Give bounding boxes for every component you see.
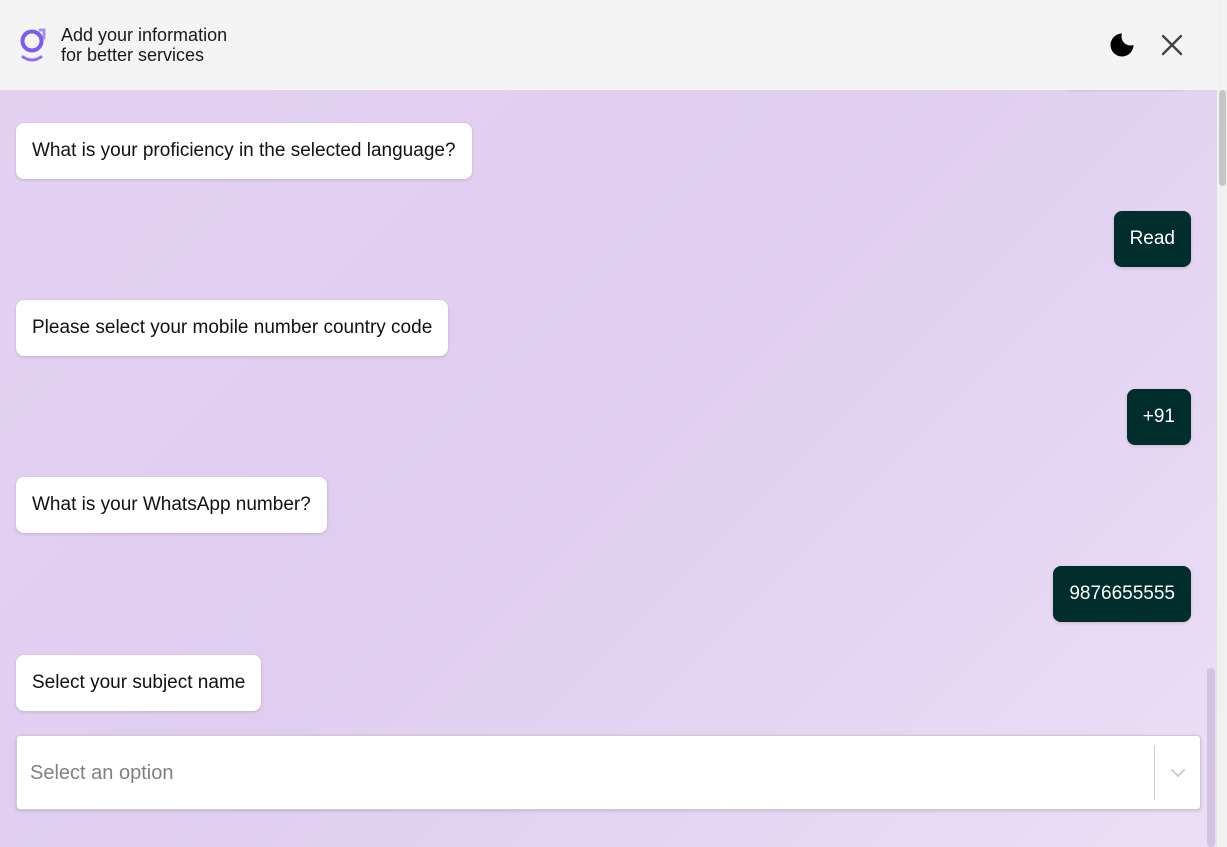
select-separator <box>1154 745 1155 800</box>
chat-background <box>0 90 1217 847</box>
chat-scrollbar-thumb[interactable] <box>1207 668 1215 847</box>
scrollbar-thumb[interactable] <box>1219 90 1226 186</box>
brand-logo-icon <box>20 28 46 62</box>
user-message: Read <box>1113 211 1191 267</box>
subject-select[interactable]: Select an option <box>16 735 1201 810</box>
select-placeholder: Select an option <box>30 762 174 784</box>
header-title: Add your information for better services <box>61 25 227 65</box>
close-icon[interactable] <box>1159 32 1185 58</box>
user-message: 9876655555 <box>1053 566 1191 622</box>
bot-message: What is your WhatsApp number? <box>16 477 327 533</box>
bot-message: What is your proficiency in the selected… <box>16 123 472 179</box>
bot-message: Please select your mobile number country… <box>16 300 449 356</box>
header-title-line-2: for better services <box>61 45 205 65</box>
chevron-down-icon[interactable] <box>1168 764 1188 782</box>
user-message: +91 <box>1126 389 1191 445</box>
chat-header: Add your information for better services <box>0 0 1217 90</box>
bot-message: Select your subject name <box>16 655 262 711</box>
header-title-line-1: Add your information <box>61 25 228 45</box>
moon-icon[interactable] <box>1108 31 1136 59</box>
